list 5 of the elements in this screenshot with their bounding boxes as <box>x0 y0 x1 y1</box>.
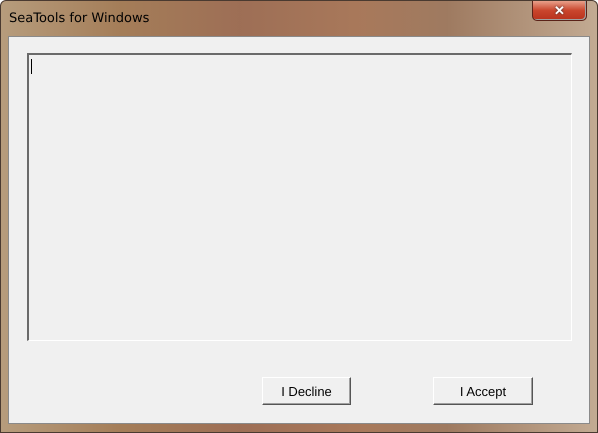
text-area[interactable] <box>27 53 572 341</box>
close-button[interactable]: ✕ <box>532 1 587 21</box>
window-title: SeaTools for Windows <box>9 11 150 26</box>
decline-button[interactable]: I Decline <box>262 377 351 405</box>
accept-button[interactable]: I Accept <box>433 377 533 405</box>
